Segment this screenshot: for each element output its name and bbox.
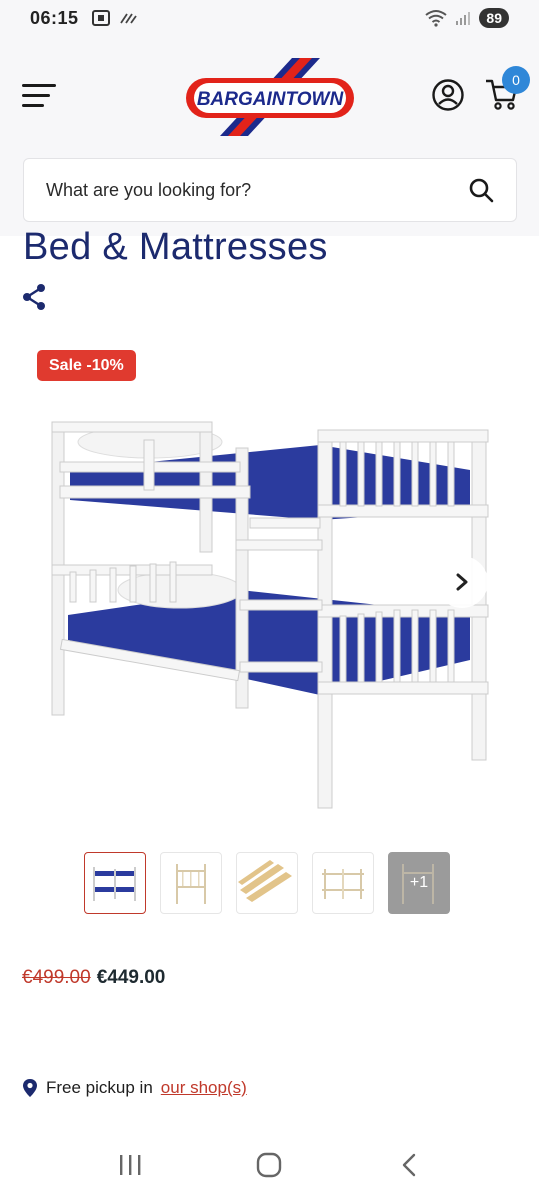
home-icon (257, 1152, 282, 1178)
back-icon (402, 1153, 416, 1177)
sale-badge: Sale -10% (37, 350, 136, 381)
account-icon (432, 79, 464, 111)
pickup-text: Free pickup in (46, 1078, 153, 1097)
thumbnail-image (93, 867, 136, 901)
search-placeholder: What are you looking for? (46, 179, 252, 200)
menu-icon (22, 84, 56, 87)
price-row: €499.00 €449.00 (22, 967, 165, 989)
status-time: 06:15 (30, 7, 79, 28)
next-image-button[interactable] (436, 556, 488, 608)
thumbnail-4[interactable] (312, 852, 374, 914)
menu-button[interactable] (22, 84, 56, 107)
product-image[interactable] (40, 400, 500, 810)
home-button[interactable] (249, 1145, 289, 1185)
screenshot-icon (91, 10, 110, 26)
signal-lines-icon (119, 13, 137, 24)
location-pin-icon (23, 1079, 37, 1097)
menu-icon-line (22, 104, 44, 107)
recent-apps-button[interactable] (110, 1145, 150, 1185)
status-system-icons: 89 (425, 8, 509, 28)
cart-count-badge: 0 (502, 66, 530, 94)
sale-price: €449.00 (96, 967, 166, 988)
thumbnail-image (176, 864, 206, 904)
account-button[interactable] (431, 78, 465, 112)
thumbnail-strip: +1 (84, 852, 450, 914)
chevron-right-icon (456, 573, 468, 591)
thumbnail-2[interactable] (160, 852, 222, 914)
logo-graphic: BARGAINTOWN (186, 58, 354, 136)
thumbnail-1[interactable] (84, 852, 146, 914)
recent-apps-icon (119, 1155, 141, 1175)
logo-text: BARGAINTOWN (197, 89, 345, 110)
original-price: €499.00 (22, 967, 91, 988)
site-header: BARGAINTOWN 0 What are you looking for? (0, 36, 539, 236)
thumbnail-image (238, 860, 292, 902)
wifi-icon (425, 10, 448, 27)
menu-icon-line (22, 94, 50, 97)
pickup-info: Free pickup in our shop(s) (22, 1078, 247, 1098)
thumbnail-3[interactable] (236, 852, 298, 914)
system-navigation-bar (0, 1130, 539, 1200)
thumbnail-more[interactable]: +1 (388, 852, 450, 914)
cell-signal-icon (456, 12, 471, 25)
status-notification-icons (91, 9, 137, 27)
thumbnail-more-label: +1 (409, 874, 429, 891)
battery-indicator: 89 (479, 8, 509, 28)
search-input[interactable]: What are you looking for? (23, 158, 517, 222)
thumbnail-image (322, 869, 364, 899)
bargaintown-logo[interactable]: BARGAINTOWN (184, 56, 356, 136)
bunk-bed-illustration (51, 421, 489, 809)
page-title: Bed & Mattresses (23, 226, 328, 268)
back-button[interactable] (389, 1145, 429, 1185)
share-button[interactable] (21, 283, 47, 311)
search-icon[interactable] (468, 177, 494, 203)
our-shops-link[interactable]: our shop(s) (161, 1078, 247, 1098)
status-bar: 06:15 89 (0, 0, 539, 36)
share-icon (23, 284, 45, 310)
